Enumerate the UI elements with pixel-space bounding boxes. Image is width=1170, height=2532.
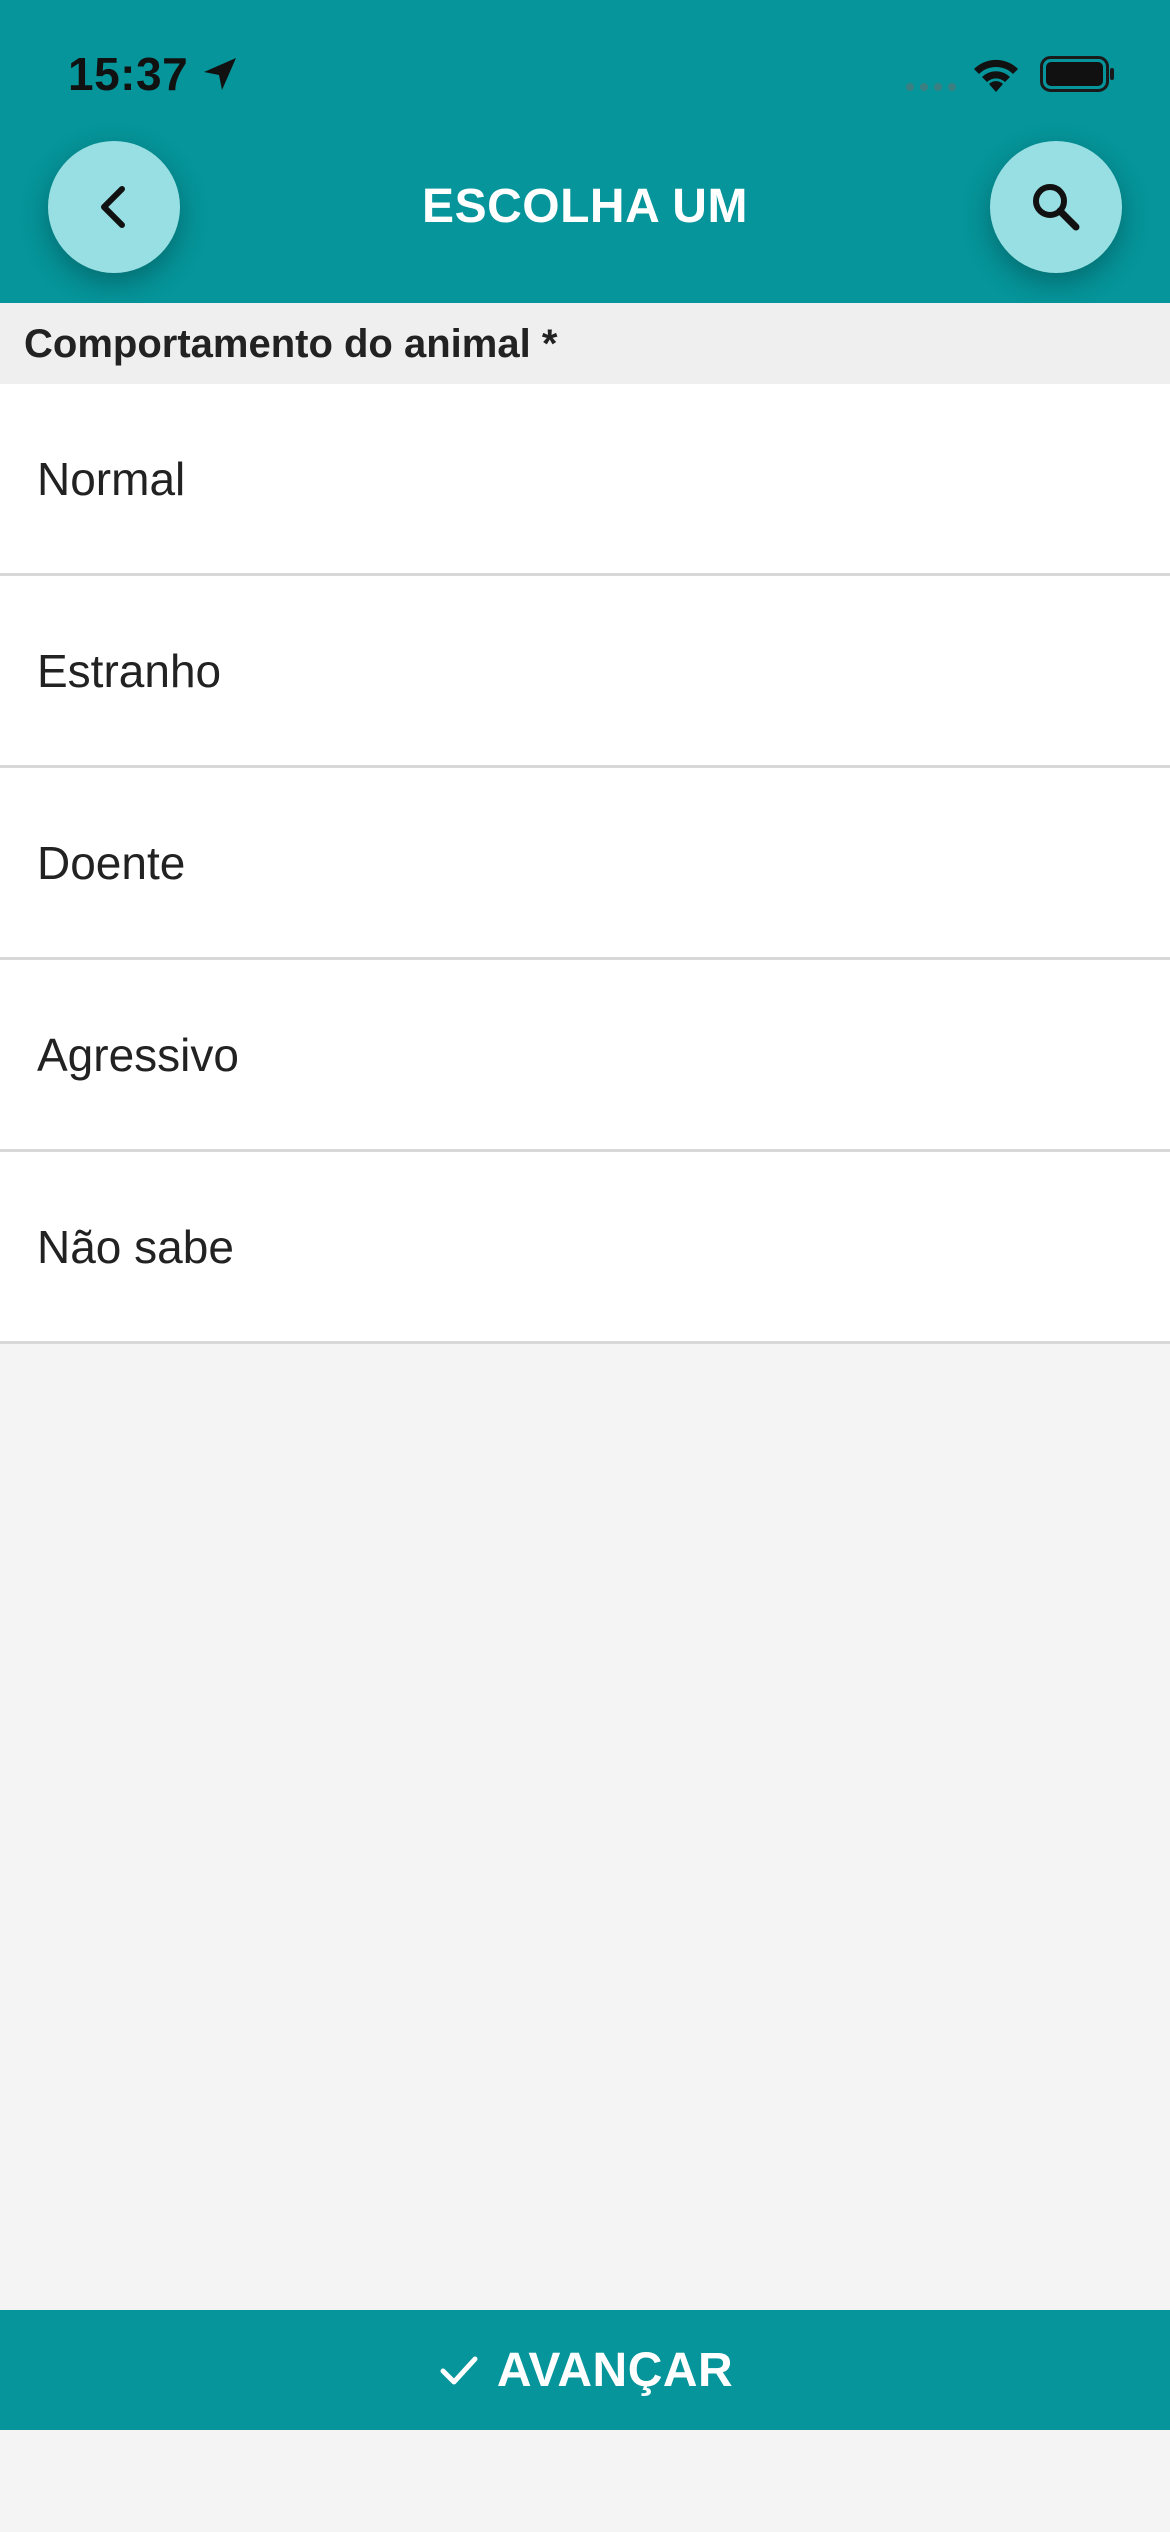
- app-screen: 15:37 ESCOLHA UM Comportamento do animal…: [0, 0, 1170, 2532]
- status-time: 15:37: [68, 48, 189, 100]
- back-button[interactable]: [48, 141, 180, 273]
- check-icon: [440, 2356, 478, 2385]
- option-nao-sabe[interactable]: Não sabe: [0, 1152, 1170, 1344]
- option-label: Normal: [37, 452, 186, 505]
- option-normal[interactable]: Normal: [0, 384, 1170, 576]
- search-button[interactable]: [990, 141, 1122, 273]
- cellular-signal-icon: [906, 83, 956, 91]
- section-header: Comportamento do animal *: [0, 303, 1170, 384]
- battery-icon: [1040, 56, 1114, 92]
- section-label: Comportamento do animal *: [24, 322, 558, 366]
- option-label: Agressivo: [37, 1028, 239, 1081]
- wifi-icon: [974, 59, 1018, 92]
- option-label: Não sabe: [37, 1220, 234, 1273]
- options-list: Normal Estranho Doente Agressivo Não sab…: [0, 384, 1170, 1344]
- option-label: Estranho: [37, 644, 222, 697]
- option-agressivo[interactable]: Agressivo: [0, 960, 1170, 1152]
- option-estranho[interactable]: Estranho: [0, 576, 1170, 768]
- page-title: ESCOLHA UM: [422, 180, 748, 233]
- option-doente[interactable]: Doente: [0, 768, 1170, 960]
- option-label: Doente: [37, 836, 186, 889]
- top-header-bar: 15:37 ESCOLHA UM: [0, 0, 1170, 303]
- advance-label: AVANÇAR: [496, 2343, 734, 2397]
- location-arrow-icon: [204, 58, 236, 90]
- chevron-left-icon: [101, 186, 125, 228]
- advance-button[interactable]: AVANÇAR: [0, 2310, 1170, 2430]
- search-icon: [1033, 184, 1080, 231]
